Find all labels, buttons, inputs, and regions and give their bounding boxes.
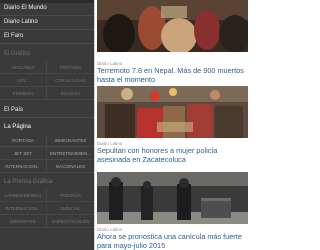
article-headline[interactable]: Terremoto 7.8 en Nepal. Más de 900 muert… (97, 66, 248, 84)
section-link-otras-ligas[interactable]: OTRAS LIGAS (47, 74, 94, 87)
sidebar-top-edge (0, 0, 94, 3)
section-link-portada[interactable]: PORTADA (0, 134, 47, 147)
news-card[interactable] (97, 0, 248, 52)
sidebar-item-el-pais[interactable]: El País (0, 104, 94, 117)
section-link-portada[interactable]: PORTADA (47, 61, 94, 74)
sidebar-item-el-grafico[interactable]: El Gráfico (0, 48, 94, 61)
section-grid-la-prensa-grafica: LATINOAMERICA POLÍTICA INTERNACION... JU… (0, 189, 94, 228)
news-card[interactable]: Diario Latino Terremoto 7.8 en Nepal. Má… (97, 58, 248, 84)
sidebar: Diario El Mundo Diario Latino El Faro El… (0, 0, 94, 250)
section-grid-el-grafico: SEGUNDA PORTADA OPI... OTRAS LIGAS PRIME… (0, 61, 94, 100)
news-card[interactable]: Diario Latino Sepultan con honores a muj… (97, 86, 248, 164)
sidebar-item-la-pagina[interactable]: La Página (0, 121, 94, 134)
article-photo (97, 86, 248, 138)
section-link-latinoamerica[interactable]: LATINOAMERICA (0, 189, 47, 202)
section-link-inmigrantes[interactable]: INMIGRANTES (47, 134, 94, 147)
section-link-deportes[interactable]: DEPORTES (0, 215, 47, 228)
section-link-inglesa[interactable]: INGLESA (47, 87, 94, 100)
section-link-internacionales[interactable]: INTERNACION... (0, 202, 47, 215)
section-link-primera[interactable]: PRIMERA (0, 87, 47, 100)
section-link-internacionales[interactable]: INTERNACION... (0, 160, 47, 173)
news-feed: Diario Latino Terremoto 7.8 en Nepal. Má… (94, 0, 250, 250)
sidebar-item-la-prensa-grafica[interactable]: La Prensa Gráfica (0, 176, 94, 189)
article-headline[interactable]: Sepultan con honores a mujer policía ase… (97, 146, 248, 164)
section-link-entretenimiento[interactable]: ENTRETENIMIEN... (47, 147, 94, 160)
section-link-jet-set[interactable]: JET SET (0, 147, 47, 160)
article-photo (97, 172, 248, 224)
article-headline[interactable]: Ahora se pronostica una canícula más fue… (97, 232, 248, 250)
section-link-espectaculos[interactable]: ESPECTÁCULOS (47, 215, 94, 228)
section-link-segunda[interactable]: SEGUNDA (0, 61, 47, 74)
section-link-nacionales[interactable]: NACIONALES (47, 160, 94, 173)
news-card[interactable]: Diario Latino Ahora se pronostica una ca… (97, 172, 248, 250)
section-link-opinion[interactable]: OPI... (0, 74, 47, 87)
section-grid-la-pagina: PORTADA INMIGRANTES JET SET ENTRETENIMIE… (0, 134, 94, 173)
section-link-politica[interactable]: POLÍTICA (47, 189, 94, 202)
article-photo (97, 0, 248, 52)
sidebar-item-el-faro[interactable]: El Faro (0, 30, 94, 43)
sidebar-item-diario-el-mundo[interactable]: Diario El Mundo (0, 2, 94, 15)
section-link-judicial[interactable]: JUDICIAL (47, 202, 94, 215)
sidebar-item-diario-latino[interactable]: Diario Latino (0, 16, 94, 29)
